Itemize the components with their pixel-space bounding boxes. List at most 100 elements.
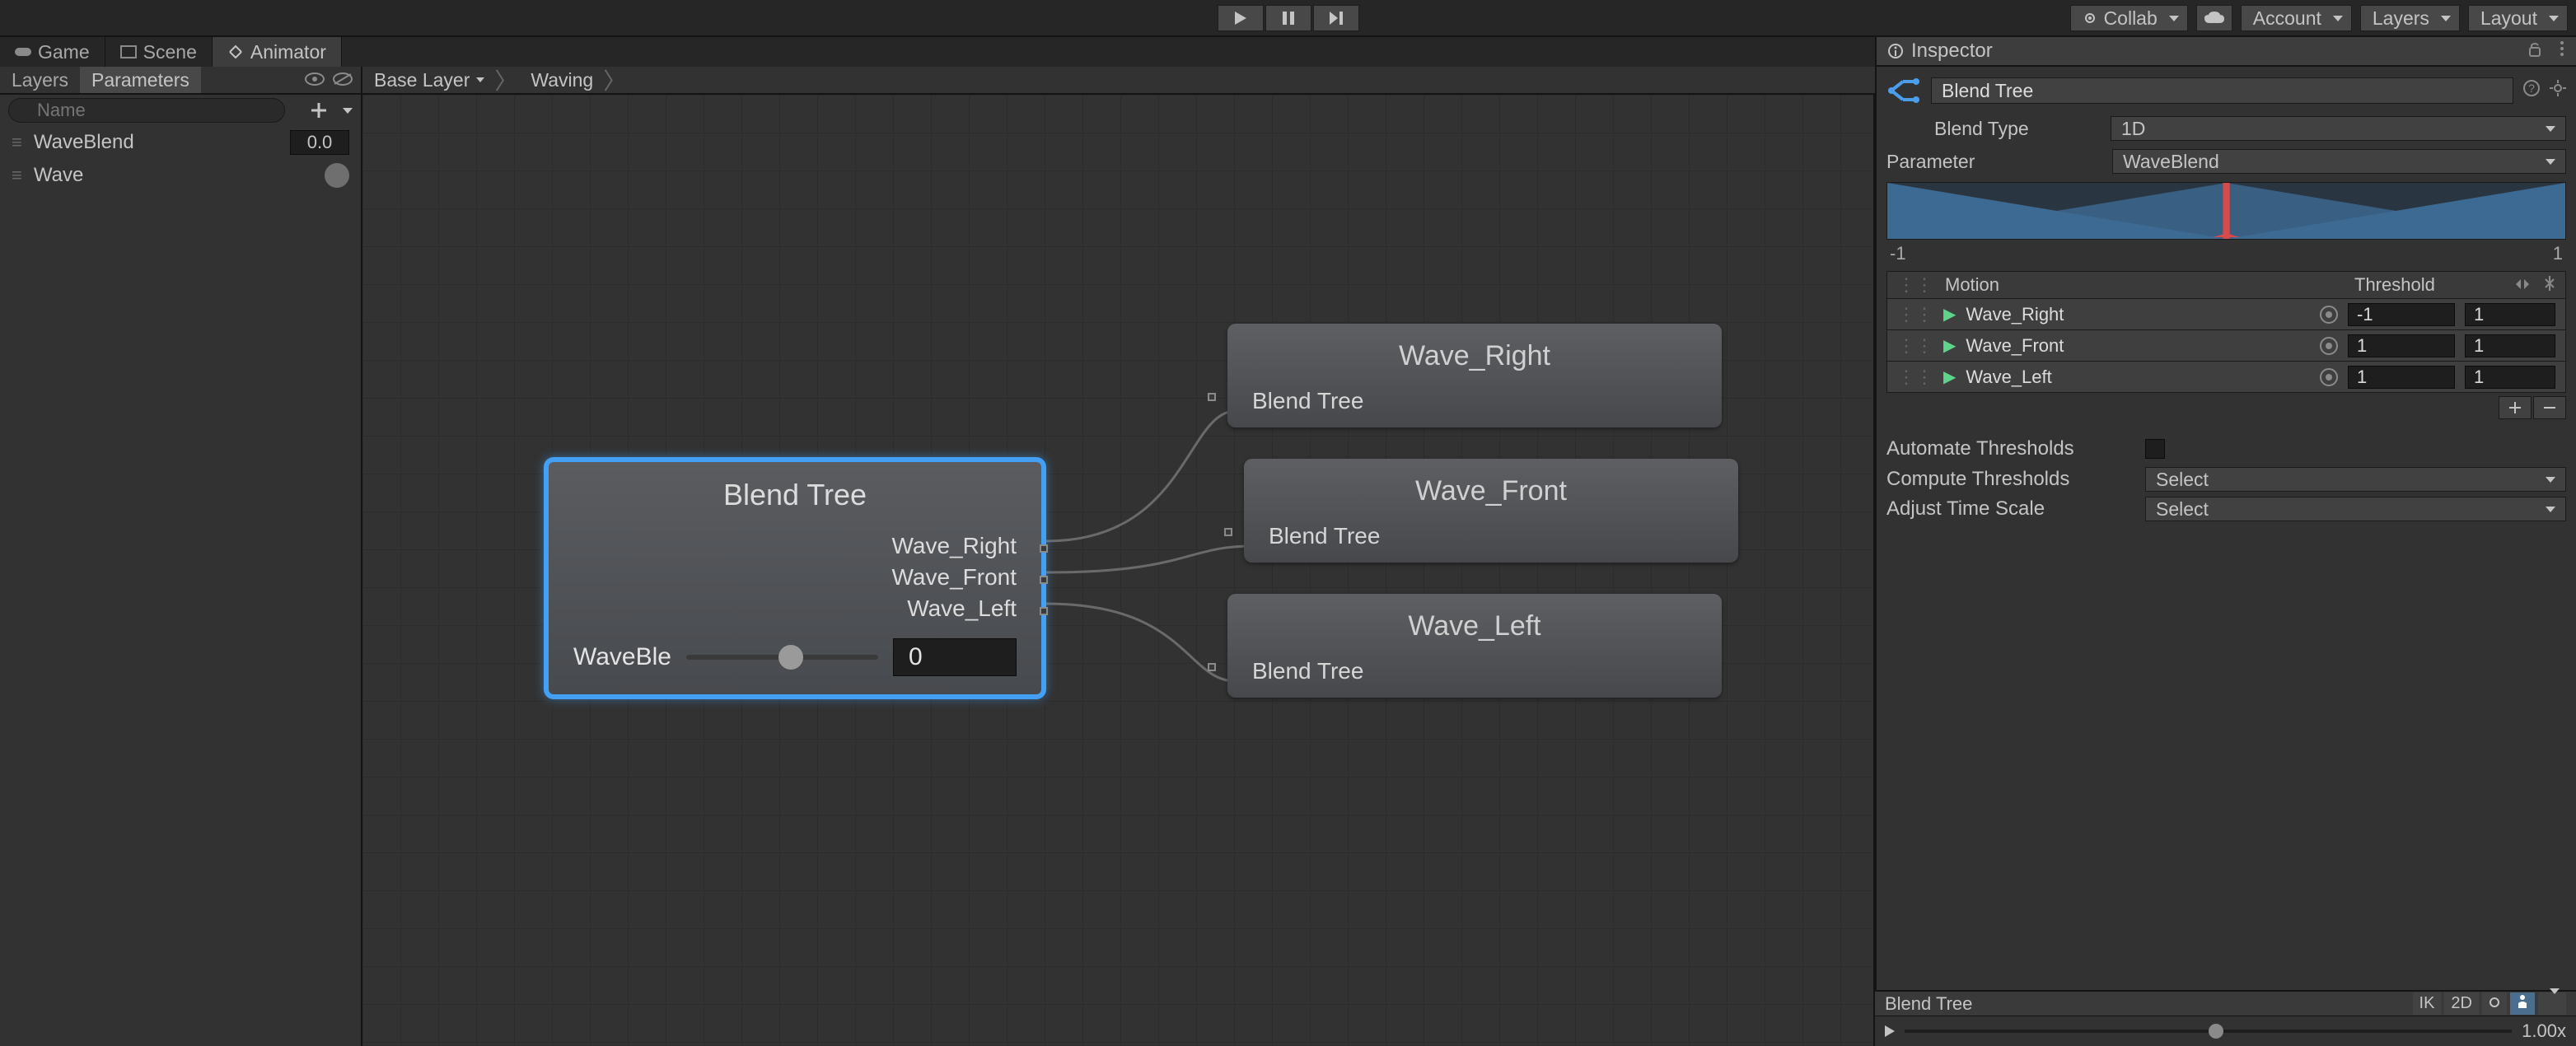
layers-subtab[interactable]: Layers	[0, 67, 80, 93]
blend-tree-title: Blend Tree	[549, 462, 1041, 528]
range-max: 1	[2553, 243, 2563, 264]
pause-button[interactable]	[1265, 5, 1311, 31]
inspector-title-field[interactable]	[1931, 77, 2513, 104]
breadcrumb-separator: 〉	[603, 63, 626, 96]
drag-handle-icon[interactable]: ⋮⋮	[1897, 335, 1933, 357]
preview-pivot-toggle[interactable]	[2482, 992, 2507, 1015]
inspector-tab[interactable]: Inspector	[1877, 37, 2576, 67]
output-port[interactable]	[1040, 607, 1048, 615]
layout-dropdown[interactable]: Layout	[2468, 5, 2568, 31]
preview-2d-toggle[interactable]: 2D	[2444, 992, 2479, 1015]
output-port[interactable]	[1040, 544, 1048, 553]
cloud-button[interactable]	[2196, 5, 2232, 31]
drag-handle-icon[interactable]: ⋮⋮	[1897, 367, 1933, 388]
preview-speed-slider[interactable]	[1905, 1030, 2512, 1033]
tab-animator[interactable]: Animator	[213, 37, 342, 67]
automate-thresholds-checkbox[interactable]	[2145, 439, 2165, 459]
motion-clip-icon: ▶	[1943, 367, 1956, 387]
adjust-timescale-dropdown[interactable]: Select	[2145, 497, 2566, 521]
object-picker-button[interactable]	[2320, 368, 2338, 386]
motion-node-wave-right[interactable]: Wave_Right Blend Tree	[1227, 324, 1722, 427]
parameter-search-input[interactable]	[8, 98, 285, 123]
account-dropdown[interactable]: Account	[2241, 5, 2352, 31]
timescale-input[interactable]	[2465, 334, 2555, 357]
preview-model-toggle[interactable]	[2510, 992, 2535, 1015]
input-port[interactable]	[1208, 663, 1216, 671]
step-button[interactable]	[1313, 5, 1359, 31]
threshold-input[interactable]	[2348, 366, 2455, 389]
parameters-panel: Layers Parameters ≡ WaveBlend ≡ Wave	[0, 67, 362, 1046]
collab-dropdown[interactable]: Collab	[2070, 5, 2188, 31]
tab-animator-label: Animator	[250, 41, 326, 63]
input-port[interactable]	[1208, 393, 1216, 401]
add-parameter-button[interactable]	[306, 98, 331, 123]
drag-handle-icon[interactable]: ⋮⋮	[1897, 304, 1933, 325]
tab-game[interactable]: Game	[0, 37, 105, 67]
output-wave-front: Wave_Front	[573, 564, 1017, 595]
context-menu-icon[interactable]	[2560, 40, 2564, 63]
breadcrumb-state[interactable]: Waving	[531, 69, 593, 91]
motion-node-wave-front[interactable]: Wave_Front Blend Tree	[1244, 459, 1738, 563]
threshold-input[interactable]	[2348, 303, 2455, 326]
param-value-input[interactable]	[290, 130, 349, 155]
blend-slider[interactable]	[686, 655, 878, 660]
timescale-input[interactable]	[2465, 366, 2555, 389]
motion-node-title: Wave_Right	[1227, 324, 1722, 388]
inspector-panel: Inspector ? Blend Type 1D Parameter Wave…	[1875, 37, 2576, 1046]
parameters-subtab[interactable]: Parameters	[80, 67, 201, 93]
layers-dropdown[interactable]: Layers	[2360, 5, 2460, 31]
preview-speed-label: 1.00x	[2522, 1020, 2566, 1042]
visibility-icon[interactable]	[305, 68, 325, 91]
layers-label: Layers	[2373, 7, 2429, 30]
preview-play-button[interactable]	[1885, 1020, 1895, 1043]
threshold-input[interactable]	[2348, 334, 2455, 357]
breadcrumb-separator: 〉	[494, 63, 517, 96]
blend-type-dropdown[interactable]: 1D	[2111, 116, 2566, 141]
motion-row[interactable]: ⋮⋮ ▶ Wave_Front	[1886, 330, 2566, 362]
output-wave-left: Wave_Left	[573, 595, 1017, 627]
blend-tree-node[interactable]: Blend Tree Wave_Right Wave_Front Wave_Le…	[544, 457, 1046, 699]
motion-name: Wave_Right	[1966, 304, 2310, 325]
object-picker-button[interactable]	[2320, 337, 2338, 355]
breadcrumb-base-layer[interactable]: Base Layer	[374, 69, 484, 91]
parameter-dropdown[interactable]: WaveBlend	[2112, 149, 2566, 174]
timescale-input[interactable]	[2465, 303, 2555, 326]
play-button[interactable]	[1218, 5, 1264, 31]
param-name: Wave	[34, 164, 313, 187]
param-bool-toggle[interactable]	[325, 163, 349, 188]
visibility-off-icon[interactable]	[333, 68, 353, 91]
motion-node-wave-left[interactable]: Wave_Left Blend Tree	[1227, 594, 1722, 698]
output-port[interactable]	[1040, 576, 1048, 584]
animator-graph[interactable]: Blend Tree Wave_Right Wave_Front Wave_Le…	[362, 95, 1875, 1046]
add-motion-button[interactable]	[2499, 396, 2532, 419]
gamepad-icon	[15, 44, 31, 60]
lock-icon[interactable]	[2528, 40, 2541, 63]
drag-handle-icon[interactable]: ≡	[12, 132, 22, 153]
input-port[interactable]	[1224, 528, 1232, 536]
param-row-waveblend[interactable]: ≡ WaveBlend	[0, 126, 361, 159]
left-subtabs: Layers Parameters	[0, 67, 361, 95]
transport-controls	[1218, 5, 1359, 31]
tab-scene[interactable]: Scene	[105, 37, 213, 67]
object-picker-button[interactable]	[2320, 306, 2338, 324]
drag-handle-icon[interactable]: ≡	[12, 165, 22, 186]
breadcrumb-state-label: Waving	[531, 69, 593, 91]
preview-ik-toggle[interactable]: IK	[2413, 992, 2442, 1015]
motion-node-title: Wave_Left	[1227, 594, 1722, 658]
motion-clip-icon: ▶	[1943, 335, 1956, 356]
blend-graph-visual[interactable]	[1886, 182, 2566, 240]
motion-name: Wave_Front	[1966, 335, 2310, 357]
automate-thresholds-label: Automate Thresholds	[1886, 437, 2134, 460]
help-icon[interactable]: ?	[2523, 79, 2540, 102]
compute-thresholds-label: Compute Thresholds	[1886, 468, 2134, 491]
add-parameter-caret[interactable]	[343, 108, 353, 114]
blend-value-input[interactable]	[893, 638, 1017, 676]
remove-motion-button[interactable]	[2533, 396, 2566, 419]
motion-row[interactable]: ⋮⋮▶Wave_Left	[1886, 362, 2566, 393]
compute-thresholds-dropdown[interactable]: Select	[2145, 467, 2566, 492]
settings-icon[interactable]	[2550, 79, 2566, 102]
param-row-wave[interactable]: ≡ Wave	[0, 159, 361, 192]
blend-tree-icon	[1886, 73, 1921, 108]
motion-row[interactable]: ⋮⋮▶Wave_Right	[1886, 299, 2566, 330]
preview-caret[interactable]	[2538, 992, 2566, 1015]
